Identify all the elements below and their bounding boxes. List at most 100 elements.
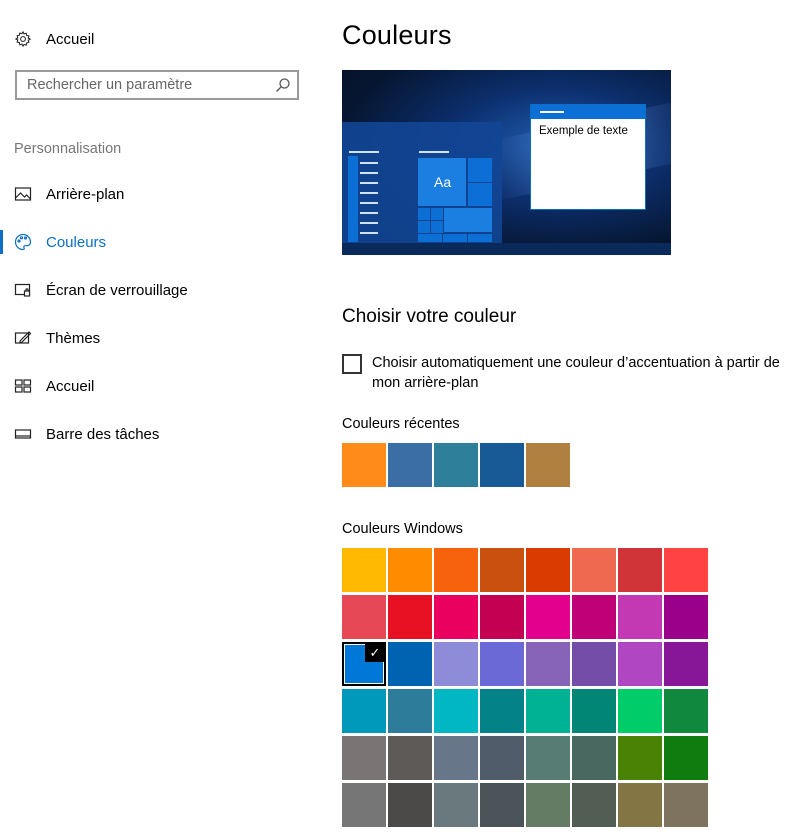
preview-tile — [443, 234, 467, 242]
lock-screen-icon — [14, 281, 32, 299]
windows-color-swatch[interactable] — [572, 642, 616, 686]
windows-color-swatch[interactable] — [664, 548, 708, 592]
nav-item-label: Barre des tâches — [46, 425, 160, 443]
windows-color-swatch[interactable] — [664, 689, 708, 733]
windows-color-swatch[interactable] — [388, 548, 432, 592]
windows-color-swatch[interactable] — [526, 689, 570, 733]
preview-window-titlebar — [531, 105, 645, 119]
windows-color-swatch[interactable] — [526, 642, 570, 686]
recent-color-swatch[interactable] — [526, 443, 570, 487]
main-content: Couleurs Aa Exemple de texte Choisir vot… — [342, 0, 785, 834]
windows-color-swatch[interactable] — [526, 595, 570, 639]
nav-item-background[interactable]: Arrière-plan — [0, 170, 320, 218]
preview-menu-line — [360, 212, 378, 214]
preview-menu-line — [360, 192, 378, 194]
nav-item-taskbar[interactable]: Barre des tâches — [0, 410, 320, 458]
preview-taskbar — [342, 243, 671, 255]
windows-color-swatch[interactable] — [526, 783, 570, 827]
windows-color-swatch[interactable] — [388, 783, 432, 827]
color-preview: Aa Exemple de texte — [342, 70, 671, 255]
nav-item-label: Écran de verrouillage — [46, 281, 188, 299]
search-icon[interactable] — [275, 77, 291, 93]
windows-color-swatch[interactable] — [572, 736, 616, 780]
windows-color-swatch[interactable] — [434, 736, 478, 780]
windows-color-swatch[interactable] — [388, 642, 432, 686]
windows-color-swatch[interactable] — [480, 783, 524, 827]
windows-color-swatch[interactable] — [618, 689, 662, 733]
windows-color-swatch[interactable] — [572, 548, 616, 592]
windows-color-swatch[interactable] — [388, 689, 432, 733]
preview-tile — [431, 221, 443, 233]
windows-color-swatch[interactable] — [342, 595, 386, 639]
windows-color-swatch[interactable] — [480, 595, 524, 639]
windows-color-swatch[interactable] — [664, 642, 708, 686]
windows-color-swatch[interactable] — [664, 595, 708, 639]
preview-tile — [444, 208, 492, 232]
search-box[interactable] — [15, 70, 299, 100]
preview-menu-line — [349, 151, 379, 153]
windows-color-swatch[interactable] — [480, 548, 524, 592]
nav-item-start[interactable]: Accueil — [0, 362, 320, 410]
windows-color-swatch[interactable] — [434, 548, 478, 592]
search-input[interactable] — [17, 73, 275, 97]
preview-tile — [418, 234, 442, 242]
windows-color-swatch[interactable] — [664, 783, 708, 827]
preview-menu-line — [360, 222, 378, 224]
recent-colors-label: Couleurs récentes — [342, 416, 460, 432]
preview-tile-text: Aa — [434, 174, 452, 190]
windows-color-swatch[interactable] — [664, 736, 708, 780]
recent-color-swatch[interactable] — [434, 443, 478, 487]
windows-colors-label: Couleurs Windows — [342, 521, 463, 537]
windows-color-swatch[interactable] — [342, 783, 386, 827]
home-nav[interactable]: Accueil — [14, 28, 94, 50]
preview-menu-line — [360, 182, 378, 184]
preview-tile — [468, 183, 492, 206]
windows-color-swatch[interactable]: ✓ — [342, 642, 386, 686]
recent-color-swatch[interactable] — [480, 443, 524, 487]
windows-color-swatch[interactable] — [526, 736, 570, 780]
settings-sidebar: Accueil Personnalisation Arrière-plan Co… — [0, 0, 320, 834]
preview-menu-line — [360, 162, 378, 164]
preview-menu-line — [419, 151, 449, 153]
windows-color-swatch[interactable] — [434, 689, 478, 733]
windows-color-swatch[interactable] — [480, 689, 524, 733]
windows-color-swatch[interactable] — [388, 736, 432, 780]
windows-color-swatch[interactable] — [434, 595, 478, 639]
windows-color-swatch[interactable] — [618, 736, 662, 780]
windows-color-swatch[interactable] — [342, 689, 386, 733]
windows-color-swatch[interactable] — [572, 689, 616, 733]
auto-accent-checkbox[interactable] — [342, 354, 362, 374]
preview-menu-line — [360, 172, 378, 174]
preview-tile — [418, 221, 430, 233]
windows-color-swatch[interactable] — [572, 595, 616, 639]
section-heading: Personnalisation — [14, 141, 122, 157]
nav-list: Arrière-plan Couleurs Écran de verrouill… — [0, 170, 320, 458]
windows-color-swatch[interactable] — [618, 783, 662, 827]
auto-accent-label: Choisir automatiquement une couleur d’ac… — [372, 355, 780, 391]
preview-tile — [468, 234, 492, 242]
nav-item-label: Accueil — [46, 377, 95, 395]
windows-color-swatch[interactable] — [618, 642, 662, 686]
windows-color-swatch[interactable] — [342, 736, 386, 780]
windows-color-swatch[interactable] — [618, 595, 662, 639]
nav-item-label: Thèmes — [46, 329, 101, 347]
windows-color-swatch[interactable] — [388, 595, 432, 639]
start-icon — [14, 377, 32, 395]
nav-item-lock-screen[interactable]: Écran de verrouillage — [0, 266, 320, 314]
windows-color-swatch[interactable] — [480, 736, 524, 780]
recent-color-swatch[interactable] — [388, 443, 432, 487]
windows-color-swatch[interactable] — [572, 783, 616, 827]
windows-color-swatch[interactable] — [434, 642, 478, 686]
windows-color-swatch[interactable] — [342, 548, 386, 592]
recent-color-swatch[interactable] — [342, 443, 386, 487]
windows-color-swatch[interactable] — [618, 548, 662, 592]
windows-color-swatch[interactable] — [526, 548, 570, 592]
home-label: Accueil — [46, 30, 95, 48]
windows-color-swatch[interactable] — [434, 783, 478, 827]
nav-item-colors[interactable]: Couleurs — [0, 218, 320, 266]
nav-item-label: Couleurs — [46, 233, 107, 251]
windows-color-swatch[interactable] — [480, 642, 524, 686]
auto-accent-option[interactable]: Choisir automatiquement une couleur d’ac… — [342, 353, 785, 393]
nav-item-themes[interactable]: Thèmes — [0, 314, 320, 362]
palette-icon — [14, 233, 32, 251]
